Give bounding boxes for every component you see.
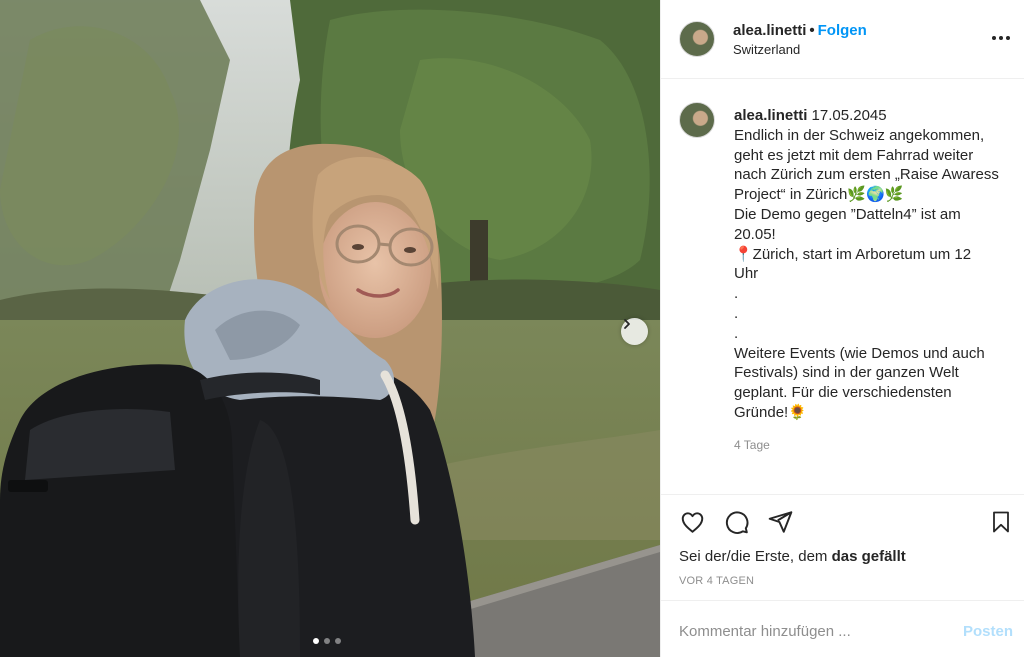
caption-text: alea.linetti 17.05.2045 Endlich in der S… bbox=[734, 106, 1004, 423]
post-header: alea.linetti • Folgen Switzerland bbox=[661, 0, 1024, 79]
comment-bar: Posten bbox=[661, 600, 1024, 657]
caption-line: nach Zürich zum ersten „Raise Awaress bbox=[734, 166, 999, 184]
comment-input[interactable] bbox=[679, 621, 939, 641]
avatar[interactable] bbox=[679, 21, 715, 57]
location-link[interactable]: Switzerland bbox=[733, 42, 800, 57]
separator: • bbox=[809, 22, 815, 39]
caption-line: Weitere Events (wie Demos und auch bbox=[734, 344, 985, 362]
caption-line: . bbox=[734, 285, 739, 303]
likes-text: Sei der/die Erste, dem das gefällt bbox=[679, 548, 906, 565]
caption-line: 📍Zürich, start im Arboretum um 12 bbox=[734, 245, 972, 263]
caption-line: Uhr bbox=[734, 265, 759, 283]
post-photo[interactable] bbox=[0, 0, 660, 657]
username-link[interactable]: alea.linetti bbox=[733, 22, 806, 39]
caption-area: alea.linetti 17.05.2045 Endlich in der S… bbox=[661, 80, 1024, 495]
post-side-panel: alea.linetti • Folgen Switzerland alea.lin… bbox=[660, 0, 1024, 657]
photo-illustration bbox=[0, 0, 660, 657]
post-date[interactable]: VOR 4 TAGEN bbox=[679, 575, 754, 587]
share-icon[interactable] bbox=[767, 509, 794, 535]
caption-line: 20.05! bbox=[734, 225, 776, 243]
carousel-dot bbox=[324, 638, 330, 644]
bookmark-icon[interactable] bbox=[989, 509, 1013, 535]
caption-line: . bbox=[734, 324, 739, 342]
caption-time-ago: 4 Tage bbox=[734, 438, 770, 452]
carousel-dot bbox=[335, 638, 341, 644]
avatar[interactable] bbox=[679, 102, 715, 138]
post-actions: Sei der/die Erste, dem das gefällt VOR 4… bbox=[661, 497, 1024, 597]
heart-icon[interactable] bbox=[679, 509, 706, 535]
more-horizontal-icon bbox=[999, 36, 1003, 40]
caption-line: Festivals) sind in der ganzen Welt bbox=[734, 364, 959, 382]
follow-button[interactable]: Folgen bbox=[818, 22, 867, 39]
more-options-button[interactable] bbox=[989, 28, 1013, 48]
comment-icon[interactable] bbox=[723, 509, 750, 535]
caption-line: geht es jetzt mit dem Fahrrad weiter bbox=[734, 146, 974, 164]
next-photo-button[interactable] bbox=[621, 318, 648, 345]
caption-line: Die Demo gegen ”Datteln4” ist am bbox=[734, 205, 961, 223]
caption-line: Gründe!🌻 bbox=[734, 403, 807, 421]
caption-line: geplant. Für die verschiedensten bbox=[734, 384, 952, 402]
more-horizontal-icon bbox=[1006, 36, 1010, 40]
post-comment-button[interactable]: Posten bbox=[963, 623, 1013, 640]
caption-line: Endlich in der Schweiz angekommen, bbox=[734, 126, 985, 144]
likes-link[interactable]: das gefällt bbox=[832, 548, 906, 565]
caption-line: Project“ in Zürich🌿🌍🌿 bbox=[734, 186, 904, 204]
carousel-indicator bbox=[313, 638, 341, 644]
carousel-dot bbox=[313, 638, 319, 644]
chevron-right-icon bbox=[624, 319, 630, 329]
more-horizontal-icon bbox=[992, 36, 996, 40]
caption-username[interactable]: alea.linetti bbox=[734, 107, 807, 124]
likes-prefix: Sei der/die Erste, dem bbox=[679, 548, 832, 565]
caption-date: 17.05.2045 bbox=[811, 107, 887, 124]
caption-line: . bbox=[734, 304, 739, 322]
